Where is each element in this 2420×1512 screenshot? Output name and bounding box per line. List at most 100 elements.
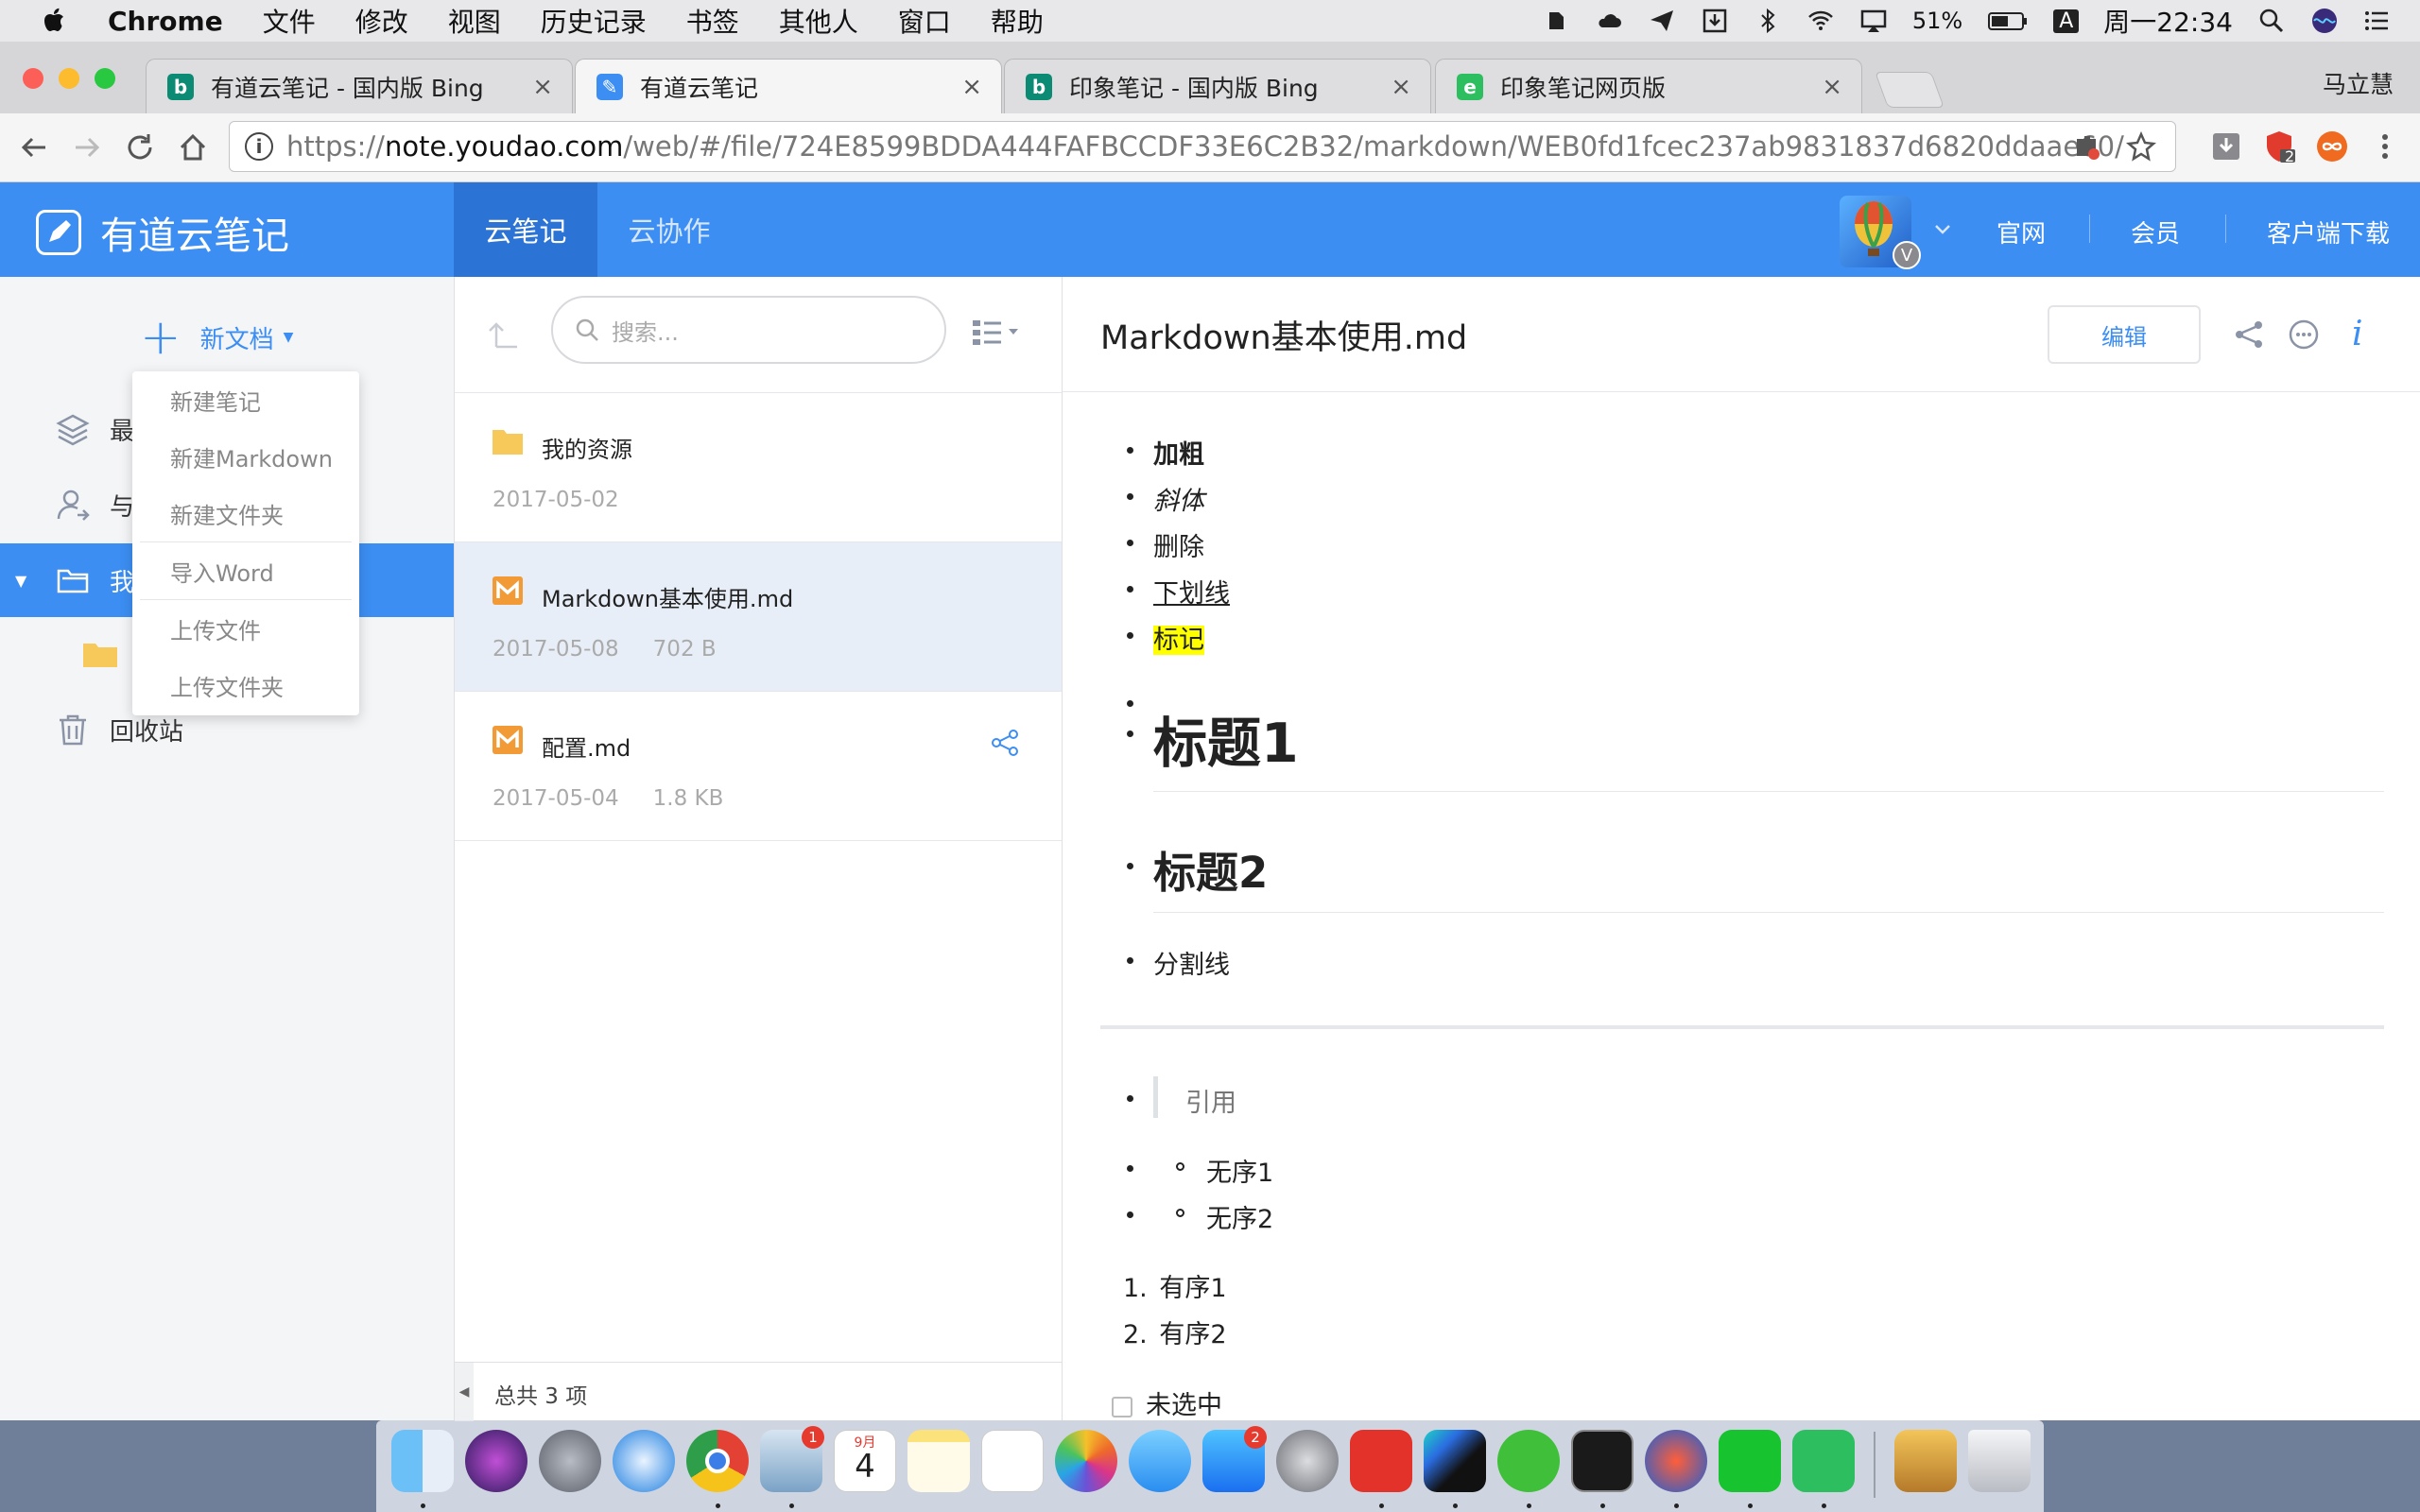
menubar-clock[interactable]: 周一22:34	[2103, 2, 2233, 40]
webstorm-icon[interactable]	[1424, 1430, 1486, 1492]
infinity-extension-icon[interactable]	[2314, 129, 2350, 164]
notes-icon[interactable]	[908, 1430, 970, 1492]
bookmark-star-icon[interactable]	[2126, 130, 2156, 162]
launchpad-icon[interactable]	[539, 1430, 601, 1492]
browser-tab-youdao-note[interactable]: ✎ 有道云笔记 ×	[575, 59, 1002, 113]
nav-tab-cloud-collab[interactable]: 云协作	[597, 182, 741, 277]
battery-icon[interactable]	[1987, 7, 2029, 35]
menu-edit[interactable]: 修改	[355, 2, 408, 40]
window-zoom-button[interactable]	[95, 68, 115, 89]
menu-people[interactable]: 其他人	[779, 2, 858, 40]
tab-close-icon[interactable]: ×	[961, 73, 982, 101]
collapse-arrow-icon[interactable]: ◀	[455, 1363, 474, 1421]
site-info-icon[interactable]: i	[245, 132, 273, 161]
wechat-icon[interactable]	[1497, 1430, 1560, 1492]
menu-item-upload-file[interactable]: 上传文件	[132, 600, 359, 657]
siri-icon[interactable]	[465, 1430, 527, 1492]
header-link-official-site[interactable]: 官网	[1996, 215, 2046, 249]
bluetooth-icon[interactable]	[1754, 7, 1782, 35]
apple-menu-icon[interactable]	[38, 4, 72, 38]
file-item-folder[interactable]: 我的资源 2017-05-02	[455, 393, 1062, 542]
tab-close-icon[interactable]: ×	[1822, 73, 1842, 101]
reload-icon[interactable]	[121, 129, 159, 166]
edit-button[interactable]: 编辑	[2048, 305, 2201, 364]
account-dropdown-chevron-icon[interactable]	[1932, 218, 1953, 239]
menu-item-new-folder[interactable]: 新建文件夹	[132, 485, 359, 541]
evernote-icon[interactable]	[1792, 1430, 1855, 1492]
input-method-indicator[interactable]: A	[2053, 9, 2080, 33]
iqiyi-icon[interactable]	[1719, 1430, 1781, 1492]
system-preferences-icon[interactable]	[1276, 1430, 1339, 1492]
more-options-icon[interactable]	[2288, 318, 2320, 351]
menu-item-import-word[interactable]: 导入Word	[132, 542, 359, 599]
browser-tab-bing-youdao[interactable]: b 有道云笔记 - 国内版 Bing ×	[146, 59, 573, 113]
view-mode-list-icon[interactable]	[971, 317, 1024, 347]
airplay-icon[interactable]	[1859, 7, 1888, 35]
tab-close-icon[interactable]: ×	[532, 73, 553, 101]
notification-center-icon[interactable]	[2363, 7, 2392, 35]
file-date: 2017-05-04	[493, 786, 619, 811]
netease-music-icon[interactable]	[1350, 1430, 1412, 1492]
header-link-client-download[interactable]: 客户端下载	[2267, 215, 2390, 249]
share-icon[interactable]	[2233, 318, 2265, 351]
window-close-button[interactable]	[23, 68, 43, 89]
qq-icon[interactable]	[1894, 1430, 1957, 1492]
home-icon[interactable]	[174, 129, 212, 166]
share-icon[interactable]	[990, 728, 1020, 758]
new-document-button[interactable]: + 新文档 ▼	[140, 313, 293, 362]
extension-blocked-icon[interactable]	[2071, 131, 2101, 162]
chrome-menu-icon[interactable]	[2367, 129, 2403, 164]
chrome-icon[interactable]	[686, 1430, 749, 1492]
app-logo[interactable]: 有道云笔记	[36, 205, 289, 260]
header-link-membership[interactable]: 会员	[2131, 215, 2180, 249]
menu-item-upload-folder[interactable]: 上传文件夹	[132, 657, 359, 713]
adblock-extension-icon[interactable]: 2	[2261, 129, 2297, 165]
spotlight-search-icon[interactable]	[2257, 7, 2286, 35]
new-tab-button[interactable]	[1875, 72, 1945, 108]
menu-item-new-note[interactable]: 新建笔记	[132, 371, 359, 428]
menu-help[interactable]: 帮助	[991, 2, 1044, 40]
trash-icon[interactable]	[1968, 1430, 2031, 1492]
siri-icon[interactable]	[2310, 7, 2339, 35]
address-bar[interactable]: i https:// note.youdao.com /web/#/file/7…	[229, 121, 2176, 172]
forward-arrow-icon[interactable]	[68, 129, 106, 166]
file-item-markdown-basics[interactable]: Markdown基本使用.md 2017-05-08 702 B	[455, 542, 1062, 692]
tab-close-icon[interactable]: ×	[1391, 73, 1411, 101]
browser-tab-evernote-web[interactable]: e 印象笔记网页版 ×	[1435, 59, 1862, 113]
file-date: 2017-05-08	[493, 637, 619, 662]
evernote-status-icon[interactable]	[1542, 7, 1570, 35]
calendar-icon[interactable]: 9月 4	[834, 1430, 896, 1492]
task-checkbox[interactable]	[1112, 1396, 1132, 1418]
menu-window[interactable]: 窗口	[898, 2, 951, 40]
wifi-icon[interactable]	[1806, 7, 1835, 35]
download-box-icon[interactable]	[1701, 7, 1729, 35]
menu-file[interactable]: 文件	[263, 2, 316, 40]
finder-icon[interactable]	[391, 1430, 454, 1492]
expand-caret-icon[interactable]: ▼	[15, 572, 26, 590]
cloud-icon[interactable]	[1595, 7, 1623, 35]
video-player-icon[interactable]	[1645, 1430, 1707, 1492]
info-icon[interactable]: i	[2352, 315, 2363, 353]
menu-view[interactable]: 视图	[448, 2, 501, 40]
search-input[interactable]: 搜索...	[551, 296, 946, 364]
paper-plane-icon[interactable]	[1648, 7, 1676, 35]
menu-history[interactable]: 历史记录	[541, 2, 647, 40]
menu-bookmarks[interactable]: 书签	[686, 2, 739, 40]
chrome-profile-name[interactable]: 马立慧	[2323, 66, 2394, 100]
running-indicator	[1527, 1503, 1531, 1508]
back-arrow-icon[interactable]	[15, 129, 53, 166]
file-item-config[interactable]: 配置.md 2017-05-04 1.8 KB	[455, 692, 1062, 841]
app-menu-chrome[interactable]: Chrome	[108, 6, 223, 37]
window-minimize-button[interactable]	[59, 68, 79, 89]
parent-folder-icon[interactable]	[487, 318, 519, 351]
menu-item-new-markdown[interactable]: 新建Markdown	[132, 428, 359, 485]
terminal-icon[interactable]	[1571, 1430, 1634, 1492]
browser-tab-bing-evernote[interactable]: b 印象笔记 - 国内版 Bing ×	[1004, 59, 1431, 113]
md-heading-1-text: 标题1	[1153, 713, 1299, 775]
photos-icon[interactable]	[1055, 1430, 1117, 1492]
reminders-icon[interactable]	[981, 1430, 1044, 1492]
messages-icon[interactable]	[1129, 1430, 1191, 1492]
nav-tab-cloud-notes[interactable]: 云笔记	[454, 182, 597, 277]
download-extension-icon[interactable]	[2208, 129, 2244, 164]
safari-icon[interactable]	[613, 1430, 675, 1492]
